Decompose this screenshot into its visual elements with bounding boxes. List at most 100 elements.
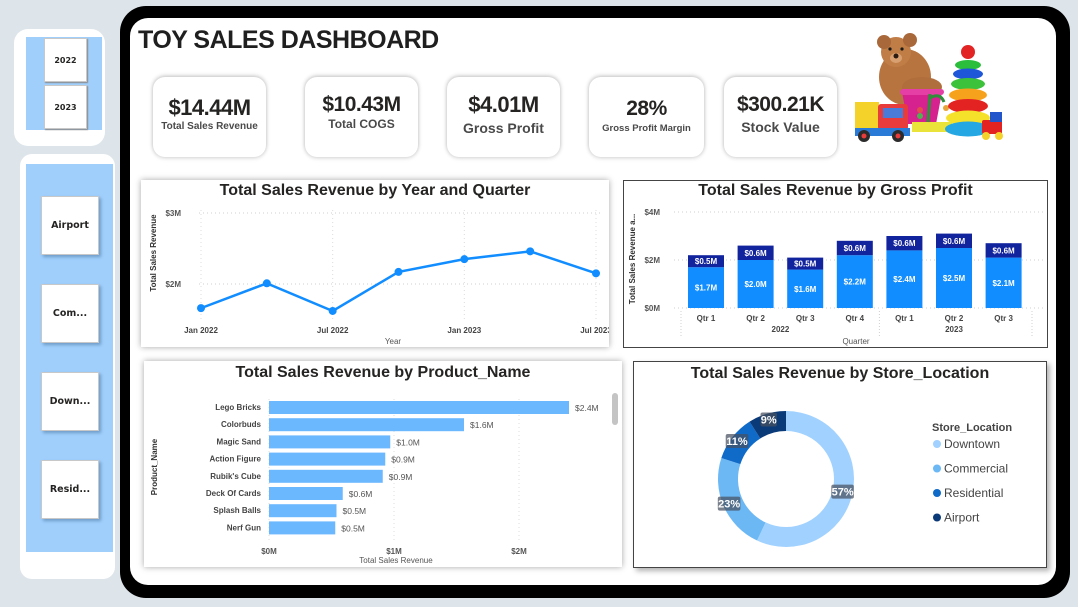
legend-item: Downtown	[944, 437, 1000, 451]
y-axis-title: Product_Name	[150, 438, 159, 495]
chart-scrollbar[interactable]	[612, 393, 618, 425]
x-tick-label: Qtr 3	[796, 314, 815, 323]
bar	[269, 469, 383, 483]
kpi-label: Total COGS	[328, 117, 395, 131]
data-point	[197, 304, 205, 313]
kpi-card-total-cogs: $10.43M Total COGS	[305, 77, 418, 157]
data-label: 9%	[761, 414, 777, 426]
x-tick-label: Qtr 1	[895, 314, 914, 323]
kpi-card-gross-profit-margin: 28% Gross Profit Margin	[589, 77, 704, 157]
location-button-residential[interactable]: Resid...	[41, 460, 99, 519]
kpi-value: $10.43M	[322, 93, 401, 116]
data-label: $2.5M	[943, 274, 966, 283]
year-button-2023[interactable]: 2023	[44, 85, 87, 129]
data-label: 57%	[832, 487, 854, 499]
x-tick-label: Jan 2023	[447, 326, 481, 335]
x-axis-title: Quarter	[842, 337, 869, 346]
data-point	[262, 279, 271, 288]
kpi-label: Stock Value	[741, 119, 820, 135]
kpi-label: Total Sales Revenue	[161, 121, 258, 132]
data-point	[592, 269, 600, 278]
line-chart-card: Total Sales Revenue by Year and Quarter …	[141, 180, 609, 347]
category-label: Magic Sand	[217, 437, 262, 446]
data-label: 23%	[718, 499, 740, 511]
bar	[269, 435, 391, 449]
data-label: $0.6M	[992, 246, 1015, 255]
data-label: $1.0M	[396, 437, 420, 447]
data-label: $2.2M	[844, 278, 867, 287]
kpi-value: $4.01M	[468, 92, 539, 117]
category-label: Splash Balls	[213, 506, 261, 515]
location-label: Resid...	[49, 484, 91, 495]
location-button-commercial[interactable]: Com...	[41, 284, 99, 343]
donut-chart-card: Total Sales Revenue by Store_Location 57…	[633, 361, 1047, 568]
y-axis-title: Total Sales Revenue	[149, 214, 158, 292]
kpi-value: 28%	[626, 97, 667, 120]
location-button-airport[interactable]: Airport	[41, 196, 99, 255]
bar	[269, 521, 336, 535]
x-tick-label: Qtr 1	[697, 314, 716, 323]
data-label: $1.6M	[470, 420, 494, 430]
location-label: Airport	[51, 220, 89, 231]
data-label: $0.5M	[794, 260, 817, 269]
y-tick-label: $2M	[165, 280, 181, 289]
data-label: $2.0M	[744, 280, 767, 289]
category-label: Nerf Gun	[227, 523, 261, 532]
data-label: $1.6M	[794, 285, 817, 294]
x-tick-label: Qtr 4	[845, 314, 864, 323]
category-label: Action Figure	[209, 455, 261, 464]
x-tick-label: $2M	[511, 547, 527, 556]
x-tick-label: Qtr 2	[746, 314, 765, 323]
y-tick-label: $0M	[644, 304, 660, 313]
product-bar-chart-card: Total Sales Revenue by Product_Name $0M $…	[144, 361, 622, 567]
data-label: $2.4M	[893, 275, 916, 284]
bar	[269, 487, 343, 500]
data-label: $0.6M	[943, 237, 966, 246]
kpi-value: $300.21K	[736, 93, 825, 116]
x-tick-label: Jul 2022	[317, 326, 349, 335]
category-label: Lego Bricks	[215, 403, 261, 412]
kpi-label: Gross Profit	[463, 120, 544, 136]
data-label: $0.6M	[844, 244, 867, 253]
stacked-bar-chart: $0M $2M $4M Total Sales Revenue a... $1.7M $0…	[628, 208, 1044, 346]
x-tick-label: Qtr 3	[994, 314, 1013, 323]
bar	[269, 504, 337, 518]
kpi-card-stock-value: $300.21K Stock Value	[724, 77, 837, 157]
legend-marker	[933, 513, 941, 522]
legend-marker	[933, 489, 941, 497]
location-label: Down...	[49, 396, 91, 407]
location-button-downtown[interactable]: Down...	[41, 372, 99, 431]
category-label: Colorbuds	[221, 420, 262, 429]
x-tick-label: Jan 2022	[184, 326, 218, 335]
x-tick-label: $1M	[386, 547, 402, 556]
data-label: $0.9M	[389, 472, 413, 482]
x-tick-label: Jul 2023	[580, 326, 609, 335]
legend-marker	[933, 464, 941, 473]
group-label: 2022	[772, 325, 790, 334]
line-chart: $2M $3M Jan 2022 Jul 2022 Jan 2023 Jul 2023 Ye…	[149, 209, 609, 346]
legend-item: Commercial	[944, 462, 1008, 476]
legend-item: Residential	[944, 486, 1003, 500]
data-point	[526, 247, 535, 256]
data-label: 11%	[726, 436, 748, 448]
x-tick-label: Qtr 2	[945, 314, 964, 323]
donut-chart: 57% 23% 11% 9% Store_Location Downtown Commerc…	[717, 411, 1012, 547]
category-label: Rubik's Cube	[210, 472, 261, 481]
legend-item: Airport	[944, 511, 980, 525]
data-label: $0.6M	[744, 249, 767, 258]
data-label: $0.9M	[391, 455, 415, 465]
toys-image	[855, 33, 1003, 142]
data-label: $1.7M	[695, 284, 718, 293]
year-button-2022[interactable]: 2022	[44, 38, 87, 82]
category-label: Deck Of Cards	[206, 489, 262, 498]
data-label: $0.6M	[349, 489, 373, 499]
kpi-value: $14.44M	[168, 95, 251, 120]
x-axis-title: Total Sales Revenue	[359, 556, 433, 565]
kpi-label: Gross Profit Margin	[602, 123, 691, 134]
data-label: $0.6M	[893, 239, 916, 248]
group-label: 2023	[945, 325, 963, 334]
series-line	[200, 250, 597, 313]
data-point	[394, 267, 403, 276]
y-tick-label: $2M	[644, 256, 660, 265]
data-label: $2.1M	[992, 279, 1015, 288]
